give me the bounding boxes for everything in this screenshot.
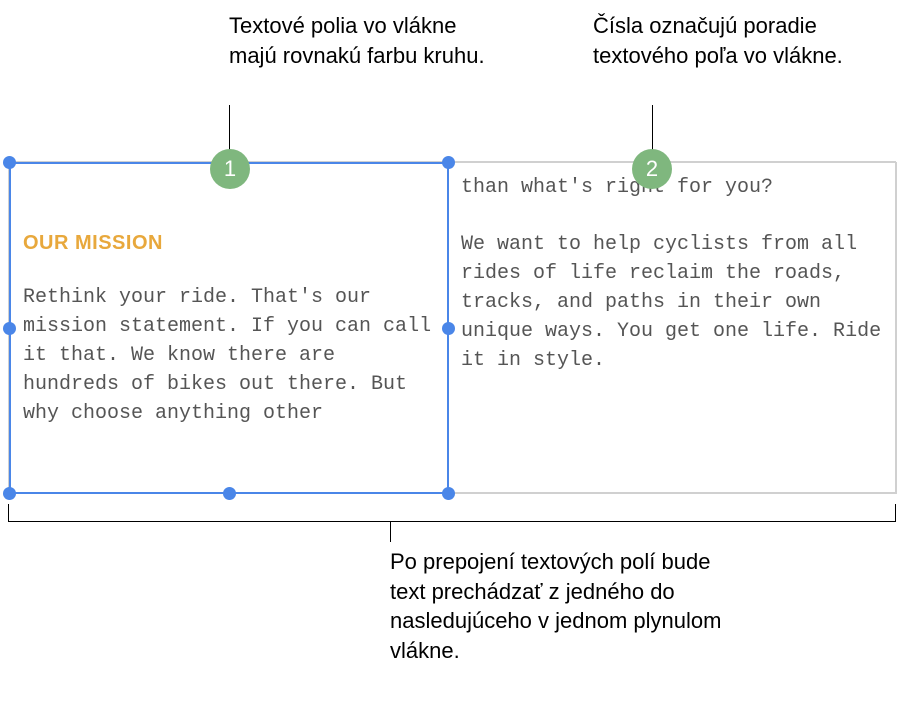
textbox1-heading: OUR MISSION [23,232,435,255]
linked-textbox-1[interactable]: OUR MISSION Rethink your ride. That's ou… [9,162,449,494]
thread-badge-1-number: 1 [224,156,236,182]
resize-handle-mr[interactable] [442,322,455,335]
thread-badge-1[interactable]: 1 [210,149,250,189]
textbox2-body-top: than what's right for you? [461,173,884,202]
resize-handle-tr[interactable] [442,156,455,169]
bracket-bottom [8,504,896,522]
resize-handle-tl[interactable] [3,156,16,169]
callout-line-top-right [652,105,653,150]
callout-line-top-left [229,105,230,150]
callout-thread-order: Čísla označujú poradie textového poľa vo… [593,11,853,70]
thread-badge-2[interactable]: 2 [632,149,672,189]
callout-thread-color: Textové polia vo vlákne majú rovnakú far… [229,11,489,70]
resize-handle-ml[interactable] [3,322,16,335]
bracket-stem [390,522,391,542]
callout-thread-flow: Po prepojení textových polí bude text pr… [390,547,730,666]
resize-handle-bm[interactable] [223,487,236,500]
resize-handle-bl[interactable] [3,487,16,500]
document-canvas: OUR MISSION Rethink your ride. That's ou… [8,161,896,493]
thread-badge-2-number: 2 [646,156,658,182]
linked-textbox-2[interactable]: than what's right for you? We want to he… [449,162,897,494]
textbox2-body-bottom: We want to help cyclists from all rides … [461,230,884,375]
resize-handle-br[interactable] [442,487,455,500]
textbox1-body: Rethink your ride. That's our mission st… [23,283,435,428]
